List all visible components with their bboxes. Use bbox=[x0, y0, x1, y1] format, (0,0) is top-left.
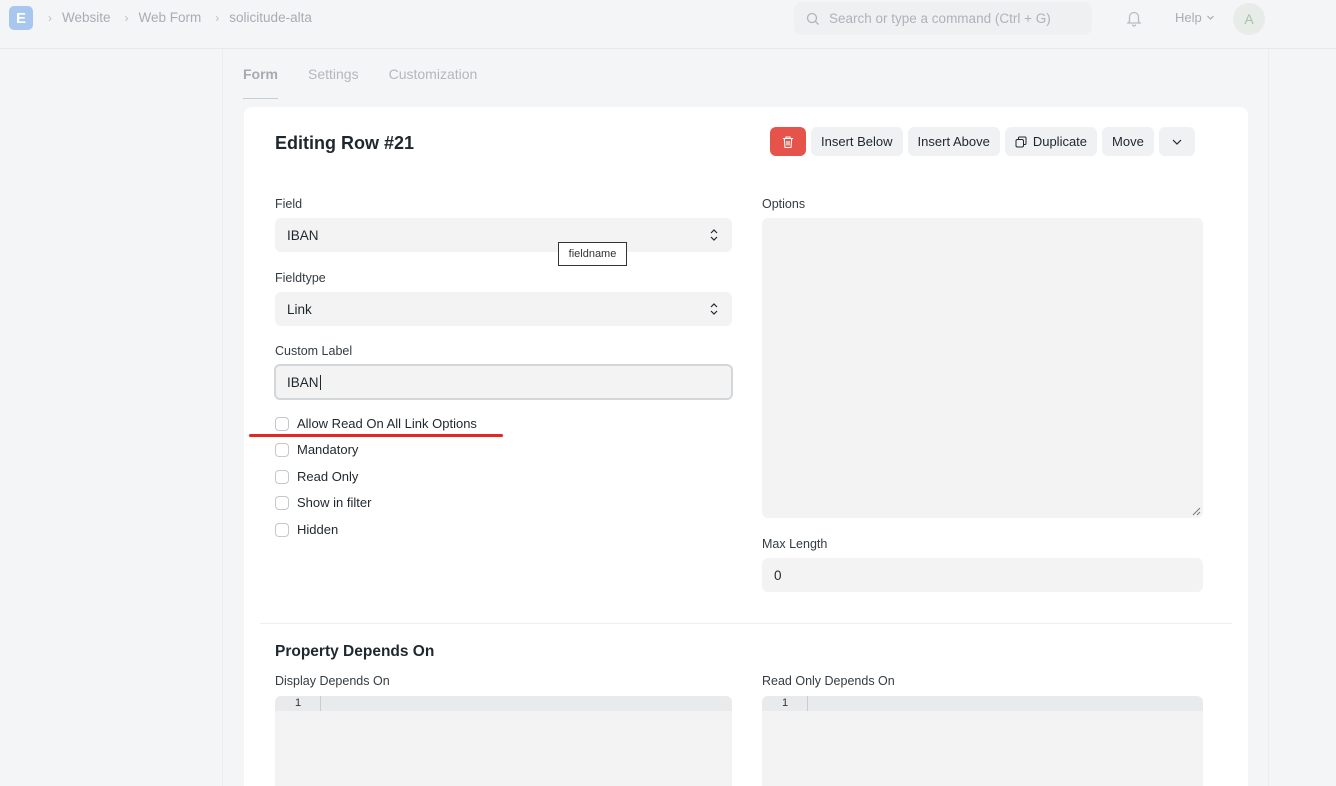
avatar[interactable]: A bbox=[1233, 3, 1265, 35]
chevron-right-icon: › bbox=[215, 10, 220, 25]
custom-label-value: IBAN bbox=[287, 374, 319, 390]
row-actions: Insert Below Insert Above Duplicate Move bbox=[770, 127, 1195, 156]
tab-settings[interactable]: Settings bbox=[308, 49, 359, 99]
checkbox-read-only[interactable]: Read Only bbox=[275, 469, 358, 484]
move-button[interactable]: Move bbox=[1102, 127, 1154, 156]
custom-label-input[interactable]: IBAN bbox=[274, 364, 733, 400]
fieldname-tooltip: fieldname bbox=[558, 242, 627, 266]
checkbox-mandatory[interactable]: Mandatory bbox=[275, 442, 358, 457]
breadcrumb: › Website › Web Form › solicitude-alta bbox=[46, 10, 324, 25]
navbar: E › Website › Web Form › solicitude-alta… bbox=[0, 0, 1336, 49]
display-depends-on-label: Display Depends On bbox=[275, 674, 390, 688]
help-label: Help bbox=[1175, 10, 1202, 25]
fieldtype-label: Fieldtype bbox=[275, 271, 326, 285]
fieldtype-select[interactable]: Link bbox=[275, 292, 732, 326]
search-icon bbox=[806, 12, 819, 25]
checkbox-label: Hidden bbox=[297, 522, 339, 537]
max-length-value: 0 bbox=[774, 567, 782, 583]
tab-customization[interactable]: Customization bbox=[389, 49, 478, 99]
checkbox-box[interactable] bbox=[275, 416, 289, 431]
app-logo[interactable]: E bbox=[9, 6, 33, 30]
chevron-right-icon: › bbox=[124, 10, 129, 25]
code-line: 1 bbox=[762, 696, 1203, 711]
field-select[interactable]: IBAN bbox=[275, 218, 732, 252]
section-title: Property Depends On bbox=[275, 643, 435, 660]
checkbox-box[interactable] bbox=[275, 495, 289, 510]
more-actions-button[interactable] bbox=[1158, 127, 1195, 156]
breadcrumb-current[interactable]: solicitude-alta bbox=[229, 10, 312, 25]
duplicate-label: Duplicate bbox=[1032, 134, 1088, 149]
checkbox-allow-read-on-all-link-options[interactable]: Allow Read On All Link Options bbox=[275, 416, 477, 431]
page-container: Form Settings Customization Editing Row … bbox=[222, 49, 1269, 786]
breadcrumb-website[interactable]: Website bbox=[62, 10, 111, 25]
section-divider bbox=[260, 623, 1232, 624]
breadcrumb-web-form[interactable]: Web Form bbox=[139, 10, 202, 25]
line-number: 1 bbox=[295, 696, 321, 711]
page-title: Editing Row #21 bbox=[275, 133, 415, 153]
checkbox-label: Mandatory bbox=[297, 442, 359, 457]
select-arrows-icon bbox=[710, 303, 718, 315]
insert-above-button[interactable]: Insert Above bbox=[907, 127, 1000, 156]
checkbox-box[interactable] bbox=[275, 469, 289, 484]
chevron-right-icon: › bbox=[48, 10, 52, 25]
max-length-input[interactable]: 0 bbox=[762, 558, 1203, 592]
chevron-down-icon bbox=[1206, 15, 1214, 20]
trash-icon bbox=[783, 135, 793, 148]
options-label: Options bbox=[762, 197, 806, 211]
max-length-label: Max Length bbox=[762, 537, 828, 551]
tab-bar: Form Settings Customization bbox=[243, 49, 477, 99]
read-only-depends-on-label: Read Only Depends On bbox=[762, 674, 895, 688]
display-depends-on-editor[interactable]: 1 bbox=[275, 696, 732, 786]
search-input[interactable]: Search or type a command (Ctrl + G) bbox=[794, 2, 1092, 35]
insert-below-button[interactable]: Insert Below bbox=[811, 127, 903, 156]
annotation-underline bbox=[249, 434, 503, 437]
help-menu[interactable]: Help bbox=[1175, 10, 1215, 25]
code-line: 1 bbox=[275, 696, 732, 711]
field-label: Field bbox=[275, 197, 303, 211]
search-placeholder: Search or type a command (Ctrl + G) bbox=[829, 11, 1051, 26]
text-caret bbox=[319, 374, 321, 390]
delete-button[interactable] bbox=[770, 127, 806, 156]
checkbox-hidden[interactable]: Hidden bbox=[275, 522, 338, 537]
checkbox-box[interactable] bbox=[275, 442, 289, 457]
checkbox-label: Read Only bbox=[297, 469, 359, 484]
resize-handle-icon[interactable] bbox=[1192, 507, 1201, 516]
checkbox-label: Allow Read On All Link Options bbox=[297, 416, 477, 431]
duplicate-button[interactable]: Duplicate bbox=[1004, 127, 1098, 156]
checkbox-label: Show in filter bbox=[297, 495, 372, 510]
select-arrows-icon bbox=[710, 229, 718, 241]
row-editor-card: Editing Row #21 Insert Below Insert Abov… bbox=[244, 107, 1248, 786]
options-textarea[interactable] bbox=[762, 218, 1203, 518]
chevron-down-icon bbox=[1172, 139, 1182, 145]
checkbox-show-in-filter[interactable]: Show in filter bbox=[275, 495, 371, 510]
fieldtype-value: Link bbox=[287, 301, 312, 317]
field-value: IBAN bbox=[287, 227, 319, 243]
read-only-depends-on-editor[interactable]: 1 bbox=[762, 696, 1203, 786]
line-number: 1 bbox=[782, 696, 808, 711]
custom-label-label: Custom Label bbox=[275, 344, 353, 358]
tab-form[interactable]: Form bbox=[243, 49, 278, 99]
copy-icon bbox=[1015, 136, 1027, 147]
bell-icon[interactable] bbox=[1125, 9, 1143, 32]
checkbox-box[interactable] bbox=[275, 522, 289, 537]
